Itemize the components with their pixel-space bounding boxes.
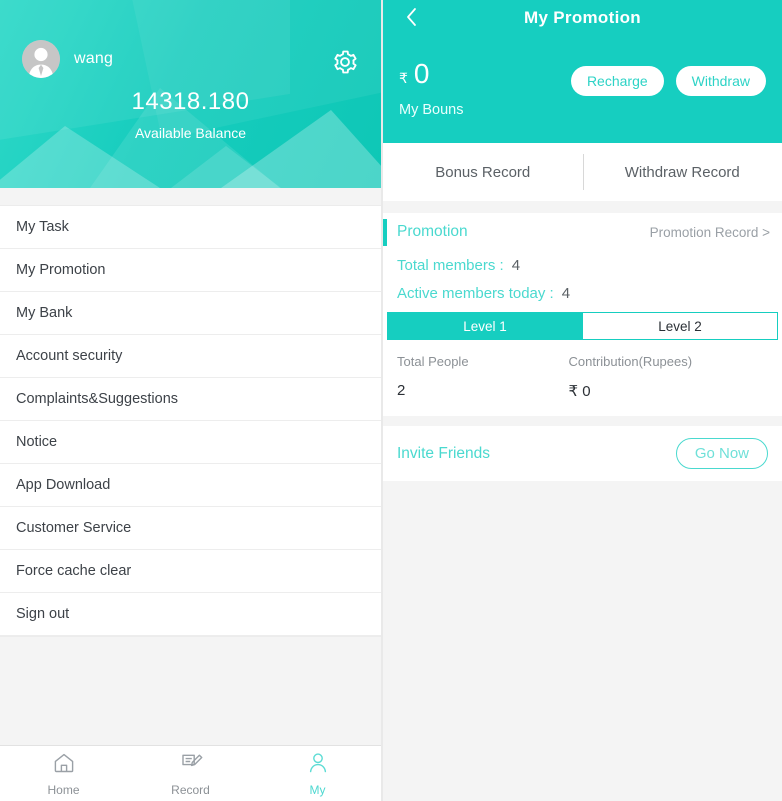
stat-value-contribution: ₹ 0 xyxy=(568,383,591,400)
invite-friends-title: Invite Friends xyxy=(397,444,491,462)
total-members-label: Total members : xyxy=(397,257,504,274)
stat-total-people: Total People 2 xyxy=(383,354,583,400)
menu-item-my-task[interactable]: My Task xyxy=(0,206,381,249)
promotion-record-link[interactable]: Promotion Record > xyxy=(650,225,770,240)
gear-icon[interactable] xyxy=(331,48,359,76)
section-separator xyxy=(383,201,782,213)
bonus-row: ₹ 0 My Bouns Recharge Withdraw xyxy=(399,60,766,118)
right-panel: My Promotion ₹ 0 My Bouns Recharge Withd… xyxy=(383,0,782,801)
total-members-row: Total members : 4 xyxy=(383,251,782,279)
tab-record[interactable]: Record xyxy=(127,746,254,801)
active-members-label: Active members today : xyxy=(397,285,554,302)
bonus-block: ₹ 0 My Bouns xyxy=(399,60,571,119)
go-now-button[interactable]: Go Now xyxy=(675,438,768,469)
record-tabs: Bonus Record Withdraw Record xyxy=(383,143,782,201)
tab-record-label: Record xyxy=(171,782,210,797)
invite-friends-section: Invite Friends Go Now xyxy=(383,426,782,481)
user-name: wang xyxy=(74,50,114,67)
person-icon xyxy=(306,751,330,780)
menu-item-account-security[interactable]: Account security xyxy=(0,335,381,378)
stats-grid: Total People 2 Contribution(Rupees) ₹ 0 xyxy=(383,340,782,416)
rupee-symbol: ₹ xyxy=(399,70,408,86)
tab-bonus-record[interactable]: Bonus Record xyxy=(383,143,583,201)
menu-item-sign-out[interactable]: Sign out xyxy=(0,593,381,636)
balance-label: Available Balance xyxy=(134,125,247,141)
promotion-navbar: My Promotion xyxy=(399,0,766,36)
recharge-button[interactable]: Recharge xyxy=(570,66,664,96)
bonus-amount-value: 0 xyxy=(413,58,430,89)
promotion-section: Promotion Promotion Record > Total membe… xyxy=(383,213,782,416)
app-screen: wang 14318.180 Available Balance My Task… xyxy=(0,0,782,801)
menu-top-spacer xyxy=(0,188,381,206)
level-tab-1[interactable]: Level 1 xyxy=(387,312,583,340)
profile-header: wang 14318.180 Available Balance xyxy=(0,0,381,188)
header-button-group: Recharge Withdraw xyxy=(570,60,766,96)
stat-header-contribution: Contribution(Rupees) xyxy=(568,354,693,369)
record-icon xyxy=(179,751,203,780)
balance-block: 14318.180 Available Balance xyxy=(0,88,381,141)
page-title: My Promotion xyxy=(524,8,641,27)
tab-my-label: My xyxy=(309,782,326,797)
active-members-value: 4 xyxy=(561,285,571,302)
menu-item-complaints-suggestions[interactable]: Complaints&Suggestions xyxy=(0,378,381,421)
tab-home-label: Home xyxy=(47,782,80,797)
menu-empty-area xyxy=(0,636,381,745)
tab-my[interactable]: My xyxy=(254,746,381,801)
menu-item-my-bank[interactable]: My Bank xyxy=(0,292,381,335)
level-tabs: Level 1 Level 2 xyxy=(387,312,778,340)
menu-list: My Task My Promotion My Bank Account sec… xyxy=(0,206,381,636)
user-avatar-icon[interactable] xyxy=(22,40,60,78)
balance-amount: 14318.180 xyxy=(131,88,250,115)
menu-item-app-download[interactable]: App Download xyxy=(0,464,381,507)
level-tab-2[interactable]: Level 2 xyxy=(583,312,778,340)
menu-item-notice[interactable]: Notice xyxy=(0,421,381,464)
promotion-section-header: Promotion Promotion Record > xyxy=(383,213,782,251)
menu-item-customer-service[interactable]: Customer Service xyxy=(0,507,381,550)
bonus-label: My Bouns xyxy=(399,102,464,118)
stat-value-total-people: 2 xyxy=(397,382,406,399)
withdraw-button[interactable]: Withdraw xyxy=(675,66,766,96)
menu-item-force-cache-clear[interactable]: Force cache clear xyxy=(0,550,381,593)
total-members-value: 4 xyxy=(511,257,521,274)
right-empty-area xyxy=(383,481,782,801)
tab-home[interactable]: Home xyxy=(0,746,127,801)
active-members-row: Active members today : 4 xyxy=(383,279,782,307)
left-panel: wang 14318.180 Available Balance My Task… xyxy=(0,0,383,801)
bottom-tabbar: Home Record My xyxy=(0,745,381,801)
stat-header-total-people: Total People xyxy=(397,354,469,369)
back-chevron-icon[interactable] xyxy=(401,4,423,30)
profile-row: wang xyxy=(0,0,381,78)
invite-separator xyxy=(383,416,782,426)
home-icon xyxy=(52,751,76,780)
stat-contribution: Contribution(Rupees) ₹ 0 xyxy=(569,354,769,400)
promotion-header: My Promotion ₹ 0 My Bouns Recharge Withd… xyxy=(383,0,782,143)
bonus-amount-row: ₹ 0 xyxy=(399,60,571,88)
promotion-title: Promotion xyxy=(397,223,468,240)
tab-withdraw-record[interactable]: Withdraw Record xyxy=(582,143,782,201)
menu-item-my-promotion[interactable]: My Promotion xyxy=(0,249,381,292)
